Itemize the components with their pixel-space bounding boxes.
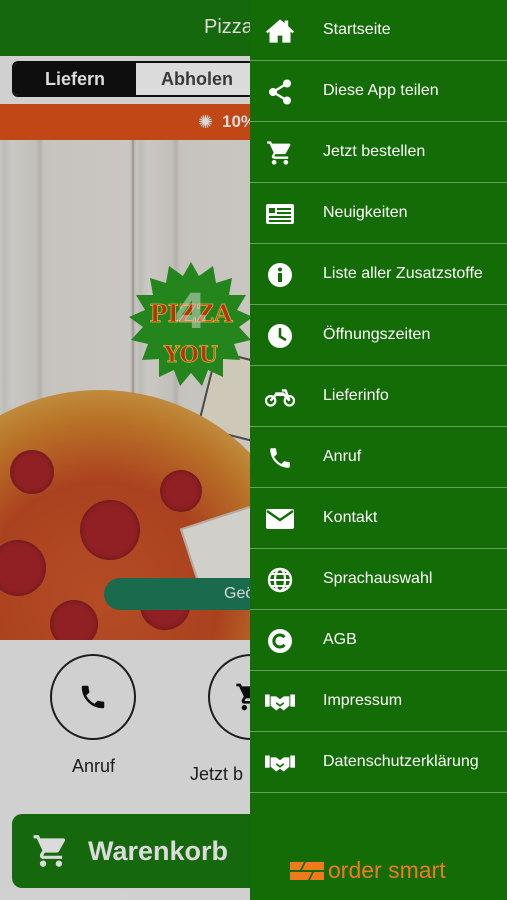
cart-icon	[265, 139, 295, 167]
menu-label: Jetzt bestellen	[323, 143, 426, 160]
menu-item-additives[interactable]: Liste aller Zusatzstoffe	[250, 244, 507, 305]
menu-label: Diese App teilen	[323, 82, 439, 99]
menu-label: Sprachauswahl	[323, 570, 433, 587]
menu-item-news[interactable]: Neuigkeiten	[250, 183, 507, 244]
brand-name: order smart	[328, 856, 446, 883]
menu-item-share-app[interactable]: Diese App teilen	[250, 61, 507, 122]
menu-label: AGB	[323, 631, 357, 648]
menu-label: Impressum	[323, 692, 403, 709]
phone-icon	[265, 444, 295, 472]
share-icon	[265, 78, 295, 106]
menu-label: Anruf	[323, 448, 362, 465]
menu-item-order-now[interactable]: Jetzt bestellen	[250, 122, 507, 183]
envelope-icon	[265, 505, 295, 533]
menu-item-privacy[interactable]: Datenschutzerklärung	[250, 732, 507, 793]
menu-item-delivery-info[interactable]: Lieferinfo	[250, 366, 507, 427]
menu-item-terms[interactable]: AGB	[250, 610, 507, 671]
brand-logo: order smart	[290, 855, 460, 885]
menu-item-contact[interactable]: Kontakt	[250, 488, 507, 549]
news-icon	[265, 200, 295, 228]
globe-icon	[265, 566, 295, 594]
motorcycle-icon	[265, 383, 295, 411]
clock-icon	[265, 322, 295, 350]
menu-label: Startseite	[323, 21, 391, 38]
menu-label: Liste aller Zusatzstoffe	[323, 265, 483, 282]
menu-label: Lieferinfo	[323, 387, 389, 404]
menu-label: Datenschutzerklärung	[323, 753, 479, 770]
menu-item-imprint[interactable]: Impressum	[250, 671, 507, 732]
home-icon	[265, 17, 295, 45]
menu-label: Öffnungszeiten	[323, 326, 431, 343]
navigation-drawer: Startseite Diese App teilen Jetzt bestel…	[250, 0, 507, 900]
menu-label: Neuigkeiten	[323, 204, 408, 221]
menu-item-call[interactable]: Anruf	[250, 427, 507, 488]
order-smart-logo-icon	[290, 862, 324, 880]
handshake-icon	[265, 749, 295, 777]
menu-item-language[interactable]: Sprachauswahl	[250, 549, 507, 610]
handshake-icon	[265, 688, 295, 716]
info-icon	[265, 261, 295, 289]
menu-item-opening-hours[interactable]: Öffnungszeiten	[250, 305, 507, 366]
menu-label: Kontakt	[323, 509, 378, 526]
copyright-icon	[265, 627, 295, 655]
menu-item-home[interactable]: Startseite	[250, 0, 507, 61]
